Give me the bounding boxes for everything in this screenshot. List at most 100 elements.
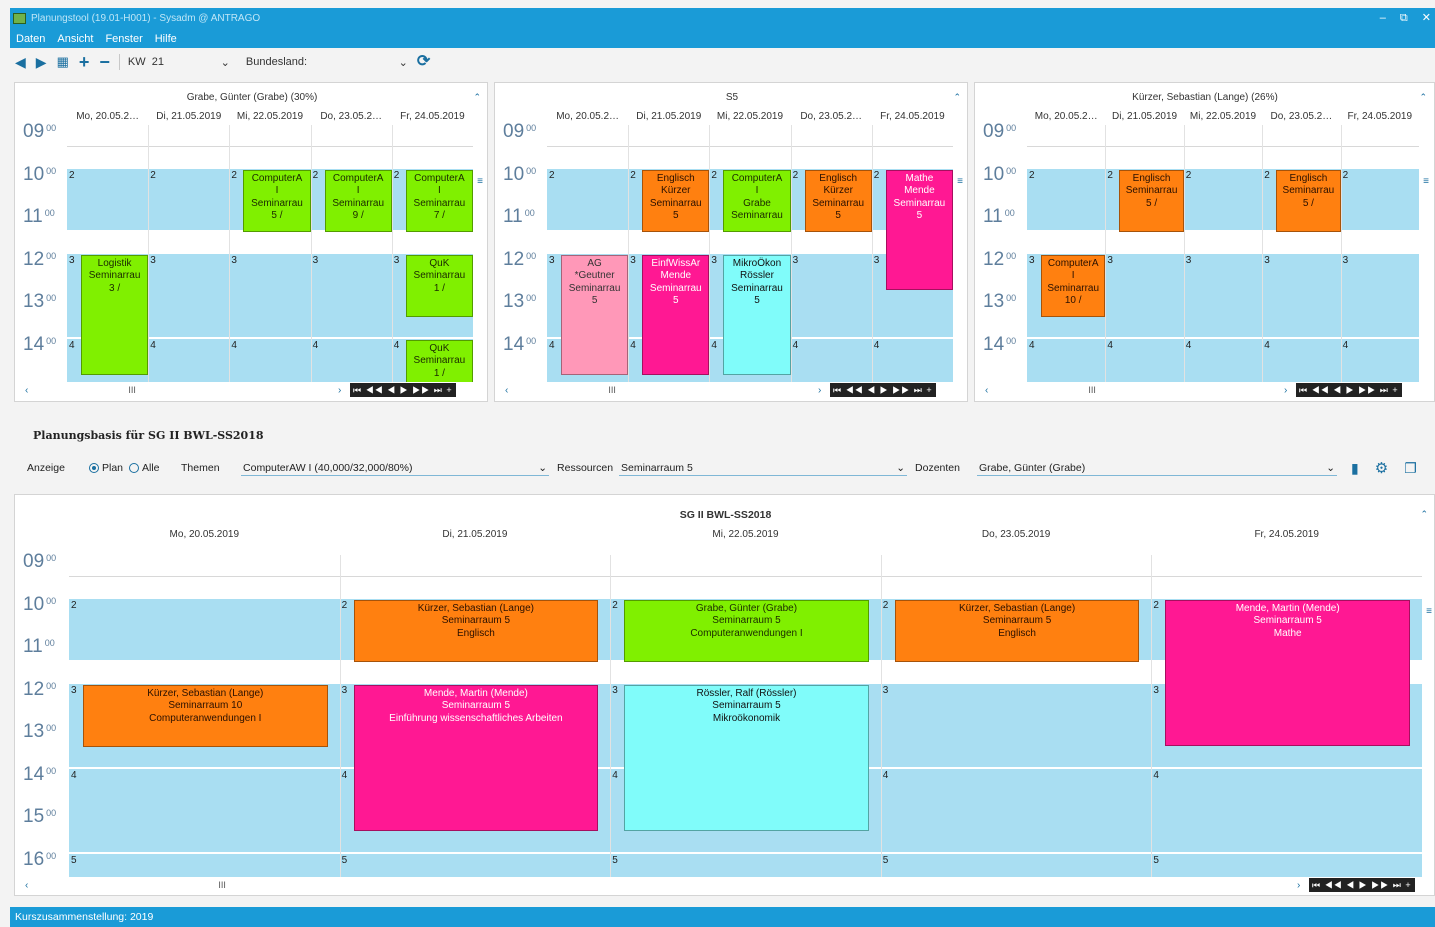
event-block[interactable]: Englisch Kürzer Seminarrau 5 [804,169,872,232]
event-block[interactable]: ComputerA I Seminarrau 9 / [324,169,392,232]
event-block[interactable]: Kürzer, Sebastian (Lange) Seminarraum 5 En… [894,599,1140,662]
book-icon[interactable]: ▮ [1351,460,1359,477]
horizontal-scrollbar[interactable]: ‹ III › ⏮ ◀◀ ◀ ▶ ▶▶ ⏭ + [19,877,1432,893]
scroll-grip[interactable]: III [128,385,136,395]
hour-label: 09 00 [503,121,536,143]
pager-controls[interactable]: ⏮ ◀◀ ◀ ▶ ▶▶ ⏭ + [350,383,456,397]
day-header: Do, 23.05.2019 [981,529,1051,540]
slot-number: 3 [71,684,77,696]
event-block[interactable]: ComputerA I Seminarrau 5 / [243,169,311,232]
window-icon[interactable]: ❐ [1404,460,1417,477]
scroll-right-icon[interactable]: › [1297,880,1300,891]
slot-number: 3 [612,684,618,696]
event-block[interactable]: AG *Geutner Seminarrau 5 [561,254,629,375]
event-block[interactable]: ComputerA I Seminarrau 7 / [405,169,473,232]
scroll-grip[interactable]: III [218,880,226,890]
menu-hilfe[interactable]: Hilfe [155,33,177,45]
hour-number: 13 [23,291,45,312]
event-block[interactable]: Englisch Seminarrau 5 / [1119,169,1184,232]
gear-icon[interactable]: ⚙ [1375,459,1388,477]
radio-alle-circle[interactable] [129,463,140,474]
scroll-right-icon[interactable]: › [1284,385,1287,396]
themen-select[interactable]: ComputerAW I (40,000/32,000/80%) ⌄ [241,460,550,476]
radio-plan[interactable]: Plan [89,462,123,474]
day-divider [709,125,711,398]
menu-fenster[interactable]: Fenster [105,33,142,45]
slot-number: 2 [1029,169,1035,181]
menu-daten[interactable]: Daten [16,33,45,45]
pager-controls[interactable]: ⏮ ◀◀ ◀ ▶ ▶▶ ⏭ + [1309,878,1415,892]
add-icon[interactable]: + [79,50,90,74]
prev-icon[interactable]: ◀ [15,50,26,74]
title-bar: Planungstool (19.01-H001) - Sysadm @ ANT… [10,8,1435,29]
horizontal-scrollbar[interactable]: ‹ III › ⏮ ◀◀ ◀ ▶ ▶▶ ⏭ + [19,382,485,398]
scroll-left-icon[interactable]: ‹ [985,385,988,396]
dozenten-select[interactable]: Grabe, Günter (Grabe) ⌄ [977,460,1338,476]
event-line: 5 [591,295,598,306]
calendar-grid: SG II BWL-SS2018 Mo, 20.05.2019 Di, 21.05.… [19,499,1432,893]
event-line: ComputerA [332,172,384,184]
menu-ansicht[interactable]: Ansicht [57,33,93,45]
side-menu-icon[interactable]: ≡ [477,176,483,187]
event-block[interactable]: ComputerA I Seminarrau 10 / [1041,254,1106,317]
bundesland-select[interactable]: Bundesland: ⌄ [242,56,412,69]
scroll-left-icon[interactable]: ‹ [25,880,28,891]
radio-plan-circle[interactable] [89,463,99,474]
event-block[interactable]: Kürzer, Sebastian (Lange) Seminarraum 5 En… [353,599,599,662]
pager-controls[interactable]: ⏮ ◀◀ ◀ ▶ ▶▶ ⏭ + [830,383,936,397]
side-menu-icon[interactable]: ≡ [957,176,963,187]
scroll-right-icon[interactable]: › [818,385,821,396]
horizontal-scrollbar[interactable]: ‹ III › ⏮ ◀◀ ◀ ▶ ▶▶ ⏭ + [979,382,1431,398]
day-divider [391,125,393,398]
next-icon[interactable]: ▶ [36,50,47,74]
side-menu-icon[interactable]: ≡ [1423,176,1429,187]
minimize-icon[interactable]: – [1380,8,1386,29]
event-block[interactable]: Logistik Seminarrau 3 / [81,254,149,375]
event-block[interactable]: Kürzer, Sebastian (Lange) Seminarraum 10 C… [83,684,328,747]
pager-controls[interactable]: ⏮ ◀◀ ◀ ▶ ▶▶ ⏭ + [1296,383,1402,397]
hour-number: 11 [503,206,523,227]
hour-minute: 00 [526,250,537,261]
event-block[interactable]: ComputerA I Grabe Seminarrau [723,169,791,232]
event-block[interactable]: Mende, Martin (Mende) Seminarraum 5 Einfüh… [353,684,599,831]
app-window: Planungstool (19.01-H001) - Sysadm @ ANT… [0,0,1435,927]
ressourcen-label: Ressourcen [557,462,614,474]
half-hour-line [1027,146,1419,148]
horizontal-scrollbar[interactable]: ‹ III › ⏮ ◀◀ ◀ ▶ ▶▶ ⏭ + [499,382,965,398]
radio-alle[interactable]: Alle [129,462,181,474]
event-line: Seminarraum 5 [441,700,511,711]
scroll-right-icon[interactable]: › [338,385,341,396]
scroll-left-icon[interactable]: ‹ [25,385,28,396]
day-header: Mi, 22.05.2019 [1189,111,1257,122]
event-block[interactable]: MikroÖkon Rössler Seminarrau 5 [723,254,791,375]
scroll-up-icon[interactable]: ⌃ [1419,92,1427,103]
restore-icon[interactable]: ⧉ [1400,8,1408,29]
scroll-up-icon[interactable]: ⌃ [473,92,481,103]
scroll-up-icon[interactable]: ⌃ [1420,509,1428,520]
event-block[interactable]: Grabe, Günter (Grabe) Seminarraum 5 Comput… [624,599,869,662]
refresh-icon[interactable]: ⟳ [417,50,430,74]
scroll-left-icon[interactable]: ‹ [505,385,508,396]
event-block[interactable]: QuK Seminarrau 1 / [405,254,473,317]
event-block[interactable]: Mathe Mende Seminarrau 5 [885,169,953,290]
slot-number: 4 [549,339,555,351]
event-block[interactable]: Englisch Seminarrau 5 / [1276,169,1341,232]
event-block[interactable]: Rössler, Ralf (Rössler) Seminarraum 5 Mikr… [624,684,869,831]
scroll-grip[interactable]: III [608,385,616,395]
slot-number: 3 [630,254,636,266]
side-menu-icon[interactable]: ≡ [1426,606,1432,617]
remove-icon[interactable]: − [99,50,110,74]
scroll-grip[interactable]: III [1088,385,1096,395]
slot-number: 3 [312,254,319,266]
scroll-up-icon[interactable]: ⌃ [953,92,961,103]
event-block[interactable]: Mende, Martin (Mende) Seminarraum 5 Mathe [1165,599,1410,746]
slot-number: 2 [711,169,717,181]
calendar-icon[interactable]: ▦ [57,50,69,74]
kw-select[interactable]: KW 21 ⌄ [124,56,234,69]
event-block[interactable]: EinfWissAr Mende Seminarrau 5 [642,254,710,375]
event-line: Seminarraum 5 [712,615,781,626]
close-icon[interactable]: ✕ [1422,8,1431,29]
event-block[interactable]: Englisch Kürzer Seminarrau 5 [642,169,710,232]
ressourcen-select[interactable]: Seminarraum 5 ⌄ [619,460,908,476]
slot-number: 4 [341,769,348,781]
